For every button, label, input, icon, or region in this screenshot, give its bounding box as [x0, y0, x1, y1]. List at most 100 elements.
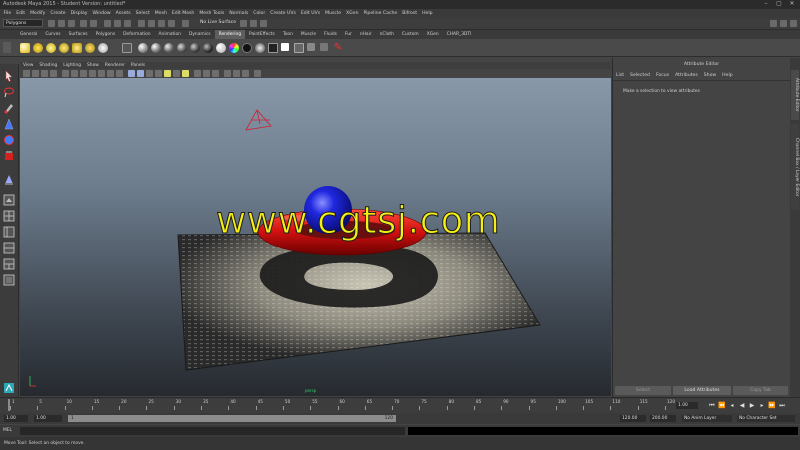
attribute-editor-toggle-icon[interactable]	[790, 20, 797, 27]
soft-mod-tool-icon[interactable]	[3, 174, 15, 186]
viewport-menu-show[interactable]: Show	[84, 62, 102, 69]
tab-dynamics[interactable]: Dynamics	[185, 30, 215, 39]
ambient-light-icon[interactable]	[33, 43, 43, 53]
viewport-menu-shading[interactable]: Shading	[36, 62, 60, 69]
menu-mesh[interactable]: Mesh	[152, 9, 169, 18]
phong-e-icon[interactable]	[177, 43, 187, 53]
area-light-icon[interactable]	[85, 43, 95, 53]
viewport-menu-lighting[interactable]: Lighting	[60, 62, 84, 69]
depth-of-field-icon[interactable]	[212, 70, 219, 77]
grid-toggle-icon[interactable]	[62, 70, 69, 77]
render-frame-icon[interactable]	[240, 20, 247, 27]
tab-animation[interactable]: Animation	[155, 30, 185, 39]
copy-tab-button[interactable]: Copy Tab	[733, 386, 788, 395]
tab-curves[interactable]: Curves	[41, 30, 64, 39]
film-gate-icon[interactable]	[71, 70, 78, 77]
save-scene-icon[interactable]	[68, 20, 75, 27]
point-light-icon[interactable]	[59, 43, 69, 53]
perspective-viewport[interactable]: www.cgtsj.com persp	[20, 78, 611, 396]
viewport-menu-renderer[interactable]: Renderer	[102, 62, 128, 69]
ae-menu-attributes[interactable]: Attributes	[672, 72, 701, 80]
screen-space-ao-icon[interactable]	[182, 70, 189, 77]
menu-bifrost[interactable]: Bifrost	[400, 9, 420, 18]
ramp-shader-icon[interactable]	[229, 43, 239, 53]
smooth-shade-icon[interactable]	[137, 70, 144, 77]
step-forward-icon[interactable]: ⏩	[768, 402, 776, 410]
persp-outliner-layout-icon[interactable]	[3, 226, 15, 238]
anisotropic-icon[interactable]	[190, 43, 200, 53]
wireframe-on-shaded-icon[interactable]	[146, 70, 153, 77]
textured-icon[interactable]	[155, 70, 162, 77]
snap-grid-icon[interactable]	[138, 20, 145, 27]
move-tool-icon[interactable]	[3, 118, 15, 130]
ae-menu-selected[interactable]: Selected	[627, 72, 653, 80]
wireframe-icon[interactable]	[128, 70, 135, 77]
menu-edit[interactable]: Edit	[14, 9, 28, 18]
paint-select-tool-icon[interactable]	[3, 102, 15, 114]
menu-create-uvs[interactable]: Create UVs	[268, 9, 299, 18]
select-tool-icon[interactable]	[3, 70, 15, 82]
time-slider[interactable]: 1 5 10 15 20 25 30 35 40 45 50 55 60 65 70 75 80 85 90 95 10…	[0, 397, 800, 413]
select-object-icon[interactable]	[114, 20, 121, 27]
tab-toon[interactable]: Toon	[279, 30, 297, 39]
start-time-field[interactable]: 1.00	[4, 415, 28, 422]
menu-modify[interactable]: Modify	[28, 9, 48, 18]
resolution-gate-icon[interactable]	[80, 70, 87, 77]
scale-tool-icon[interactable]	[3, 150, 15, 162]
playback-end-field[interactable]: 120.00	[620, 415, 646, 422]
playback-start-field[interactable]: 1.00	[34, 415, 62, 422]
isolate-select-icon[interactable]	[224, 70, 231, 77]
volume-light-icon[interactable]	[98, 43, 108, 53]
minimize-button[interactable]: –	[760, 0, 772, 8]
field-chart-icon[interactable]	[98, 70, 105, 77]
menu-set-dropdown[interactable]: Polygons	[3, 19, 43, 27]
tab-ncloth[interactable]: nCloth	[376, 30, 398, 39]
tab-nhair[interactable]: nHair	[356, 30, 376, 39]
channel-box-toggle-icon[interactable]	[780, 20, 787, 27]
step-forward-key-icon[interactable]: ▸	[758, 402, 766, 410]
directional-light-icon[interactable]	[46, 43, 56, 53]
ae-menu-list[interactable]: List	[613, 72, 627, 80]
ipr-icon[interactable]	[281, 43, 289, 51]
spot-light-icon[interactable]	[72, 43, 82, 53]
tab-attribute-editor[interactable]: Attribute Editor	[791, 70, 799, 120]
batch-render-icon[interactable]	[320, 43, 328, 51]
tab-fluids[interactable]: Fluids	[320, 30, 341, 39]
tab-channel-box[interactable]: Channel Box / Layer Editor	[791, 124, 799, 210]
image-plane-icon[interactable]	[50, 70, 57, 77]
ae-menu-show[interactable]: Show	[701, 72, 719, 80]
motion-blur-icon[interactable]	[194, 70, 201, 77]
live-surface-label[interactable]: No Live Surface	[200, 19, 236, 27]
character-set-dropdown[interactable]: No Character Set	[737, 415, 795, 422]
menu-mesh-tools[interactable]: Mesh Tools	[197, 9, 227, 18]
new-scene-icon[interactable]	[48, 20, 55, 27]
ocean-shader-icon[interactable]	[216, 43, 226, 53]
redo-icon[interactable]	[90, 20, 97, 27]
end-time-field[interactable]: 200.00	[650, 415, 676, 422]
menu-normals[interactable]: Normals	[227, 9, 251, 18]
viewport-menu-panels[interactable]: Panels	[128, 62, 148, 69]
go-to-start-icon[interactable]: ⏮	[708, 402, 716, 410]
use-all-lights-icon[interactable]	[164, 70, 171, 77]
ae-menu-focus[interactable]: Focus	[653, 72, 672, 80]
tab-custom[interactable]: Custom	[398, 30, 423, 39]
range-slider-bar[interactable]: 1 120	[68, 415, 396, 422]
close-button[interactable]: ✕	[786, 0, 798, 8]
xray-icon[interactable]	[233, 70, 240, 77]
menu-assets[interactable]: Assets	[113, 9, 133, 18]
play-forwards-icon[interactable]: ▶	[748, 402, 756, 410]
menu-edit-mesh[interactable]: Edit Mesh	[169, 9, 196, 18]
single-perspective-layout-icon[interactable]	[3, 194, 15, 206]
tab-painteffects[interactable]: PaintEffects	[245, 30, 279, 39]
magnet-icon[interactable]	[182, 20, 189, 27]
camera-icon[interactable]	[20, 43, 30, 53]
xray-joints-icon[interactable]	[242, 70, 249, 77]
tab-deformation[interactable]: Deformation	[119, 30, 154, 39]
backface-culling-icon[interactable]	[254, 70, 261, 77]
select-button[interactable]: Select	[615, 386, 671, 395]
select-hierarchy-icon[interactable]	[104, 20, 111, 27]
lambert-icon[interactable]	[138, 43, 148, 53]
go-to-end-icon[interactable]: ⏭	[778, 402, 786, 410]
current-time-field[interactable]: 1.00	[676, 402, 698, 409]
tab-char-3dti[interactable]: CHAR_3DTI	[443, 30, 476, 39]
